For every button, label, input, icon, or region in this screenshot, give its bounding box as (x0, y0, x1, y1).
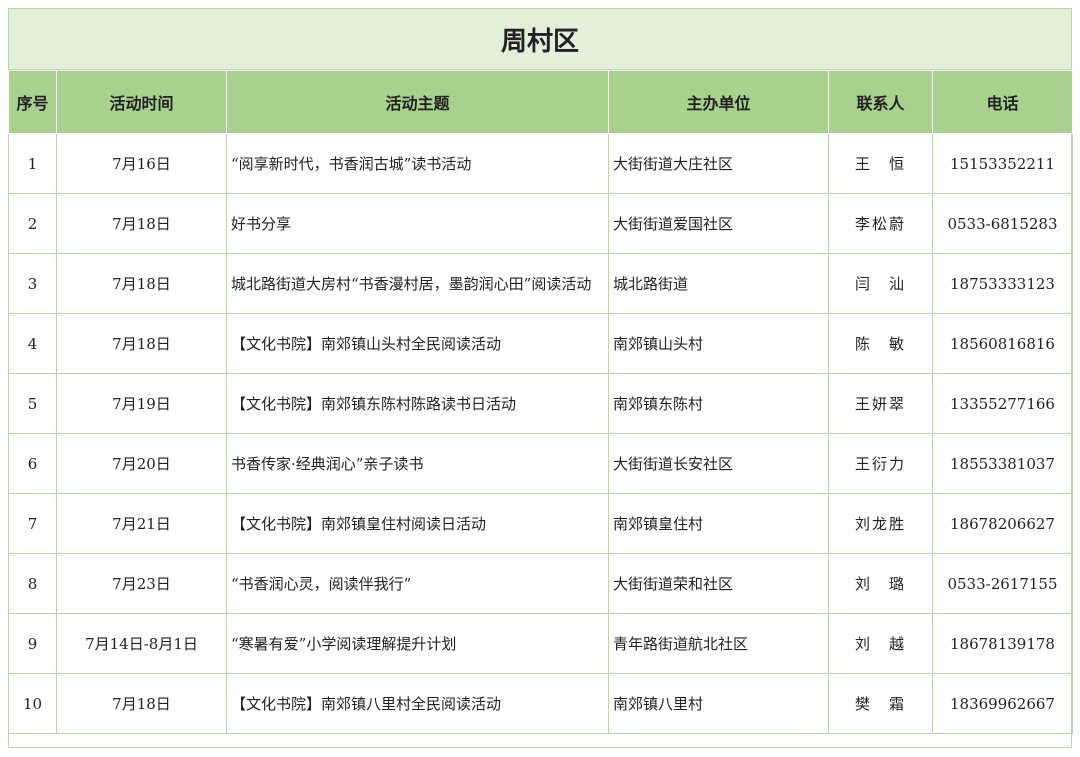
cell-contact: 刘 璐 (828, 553, 933, 614)
cell-phone: 18553381037 (932, 433, 1073, 494)
cell-contact: 刘 越 (828, 613, 933, 674)
cell-no: 10 (8, 673, 57, 734)
table-row: 2 7月18日 好书分享 大街街道爱国社区 李松蔚 0533-6815283 (8, 193, 1073, 254)
table-row: 10 7月18日 【文化书院】南郊镇八里村全民阅读活动 南郊镇八里村樊 霜 183699… (8, 673, 1073, 734)
cell-contact: 王 恒 (828, 133, 933, 194)
cell-date: 7月18日 (56, 313, 227, 374)
cell-organizer: 青年路街道航北社区 (608, 613, 829, 674)
header-row: 序号 活动时间 活动主题 主办单位 联系人 电话 (8, 70, 1073, 134)
table-title: 周村区 (8, 8, 1072, 70)
cell-no: 8 (8, 553, 57, 614)
cell-contact: 李松蔚 (828, 193, 933, 254)
cell-date: 7月18日 (56, 193, 227, 254)
table-row: 1 7月16日 “阅享新时代，书香润古城”读书活动 大街街道大庄社区王 恒 151533… (8, 133, 1073, 194)
cell-phone: 0533-2617155 (932, 553, 1073, 614)
table-row: 3 7月18日 城北路街道大房村“书香漫村居，墨韵润心田”阅读活动 城北路街道闫 汕1… (8, 253, 1073, 314)
cell-topic: “阅享新时代，书香润古城”读书活动 (226, 133, 609, 194)
cell-topic: 书香传家·经典润心”亲子读书 (226, 433, 609, 494)
cell-contact: 樊 霜 (828, 673, 933, 734)
cell-phone: 18560816816 (932, 313, 1073, 374)
cell-topic: 【文化书院】南郊镇山头村全民阅读活动 (226, 313, 609, 374)
cell-contact: 闫 汕 (828, 253, 933, 314)
header-phone: 电话 (932, 70, 1073, 134)
cell-organizer: 大街街道爱国社区 (608, 193, 829, 254)
cell-organizer: 南郊镇皇住村 (608, 493, 829, 554)
table-row: 6 7月20日 书香传家·经典润心”亲子读书 大街街道长安社区 王衍力 185533810… (8, 433, 1073, 494)
cell-organizer: 城北路街道 (608, 253, 829, 314)
cell-organizer: 南郊镇八里村 (608, 673, 829, 734)
cell-phone: 18369962667 (932, 673, 1073, 734)
cell-no: 2 (8, 193, 57, 254)
header-no: 序号 (8, 70, 57, 134)
cell-phone: 15153352211 (932, 133, 1073, 194)
cell-no: 6 (8, 433, 57, 494)
cell-topic: 城北路街道大房村“书香漫村居，墨韵润心田”阅读活动 (226, 253, 609, 314)
cell-contact: 陈 敏 (828, 313, 933, 374)
cell-date: 7月18日 (56, 253, 227, 314)
cell-no: 1 (8, 133, 57, 194)
cell-date: 7月23日 (56, 553, 227, 614)
cell-topic: “书香润心灵，阅读伴我行” (226, 553, 609, 614)
cell-phone: 18753333123 (932, 253, 1073, 314)
header-date: 活动时间 (56, 70, 227, 134)
cell-organizer: 大街街道大庄社区 (608, 133, 829, 194)
cell-topic: “寒暑有爱”小学阅读理解提升计划 (226, 613, 609, 674)
table-row: 7 7月21日 【文化书院】南郊镇皇住村阅读日活动 南郊镇皇住村 刘龙胜 18678206… (8, 493, 1073, 554)
cell-organizer: 大街街道荣和社区 (608, 553, 829, 614)
cell-date: 7月18日 (56, 673, 227, 734)
cell-phone: 18678206627 (932, 493, 1073, 554)
cell-date: 7月16日 (56, 133, 227, 194)
cell-phone: 0533-6815283 (932, 193, 1073, 254)
activity-table: 序号 活动时间 活动主题 主办单位 联系人 电话 1 7月16日 “阅享新时代，书香… (8, 70, 1073, 734)
cell-organizer: 南郊镇东陈村 (608, 373, 829, 434)
table-row: 8 7月23日 “书香润心灵，阅读伴我行” 大街街道荣和社区刘 璐 0533-26171… (8, 553, 1073, 614)
cell-topic: 【文化书院】南郊镇八里村全民阅读活动 (226, 673, 609, 734)
cell-date: 7月14日-8月1日 (56, 613, 227, 674)
cell-contact: 王妍翠 (828, 373, 933, 434)
header-contact: 联系人 (828, 70, 933, 134)
cell-no: 9 (8, 613, 57, 674)
header-organizer: 主办单位 (608, 70, 829, 134)
cell-no: 7 (8, 493, 57, 554)
cell-phone: 13355277166 (932, 373, 1073, 434)
cell-no: 5 (8, 373, 57, 434)
cell-phone: 18678139178 (932, 613, 1073, 674)
cell-contact: 王衍力 (828, 433, 933, 494)
cell-date: 7月20日 (56, 433, 227, 494)
cell-date: 7月21日 (56, 493, 227, 554)
cell-no: 3 (8, 253, 57, 314)
cell-topic: 好书分享 (226, 193, 609, 254)
table-row: 5 7月19日 【文化书院】南郊镇东陈村陈路读书日活动 南郊镇东陈村 王妍翠 133552… (8, 373, 1073, 434)
cell-organizer: 南郊镇山头村 (608, 313, 829, 374)
cell-topic: 【文化书院】南郊镇东陈村陈路读书日活动 (226, 373, 609, 434)
cell-topic: 【文化书院】南郊镇皇住村阅读日活动 (226, 493, 609, 554)
cell-no: 4 (8, 313, 57, 374)
cell-contact: 刘龙胜 (828, 493, 933, 554)
cell-organizer: 大街街道长安社区 (608, 433, 829, 494)
table-row: 4 7月18日 【文化书院】南郊镇山头村全民阅读活动 南郊镇山头村陈 敏 1856081… (8, 313, 1073, 374)
cell-date: 7月19日 (56, 373, 227, 434)
header-topic: 活动主题 (226, 70, 609, 134)
table-row: 9 7月14日-8月1日 “寒暑有爱”小学阅读理解提升计划 青年路街道航北社区刘 越1… (8, 613, 1073, 674)
